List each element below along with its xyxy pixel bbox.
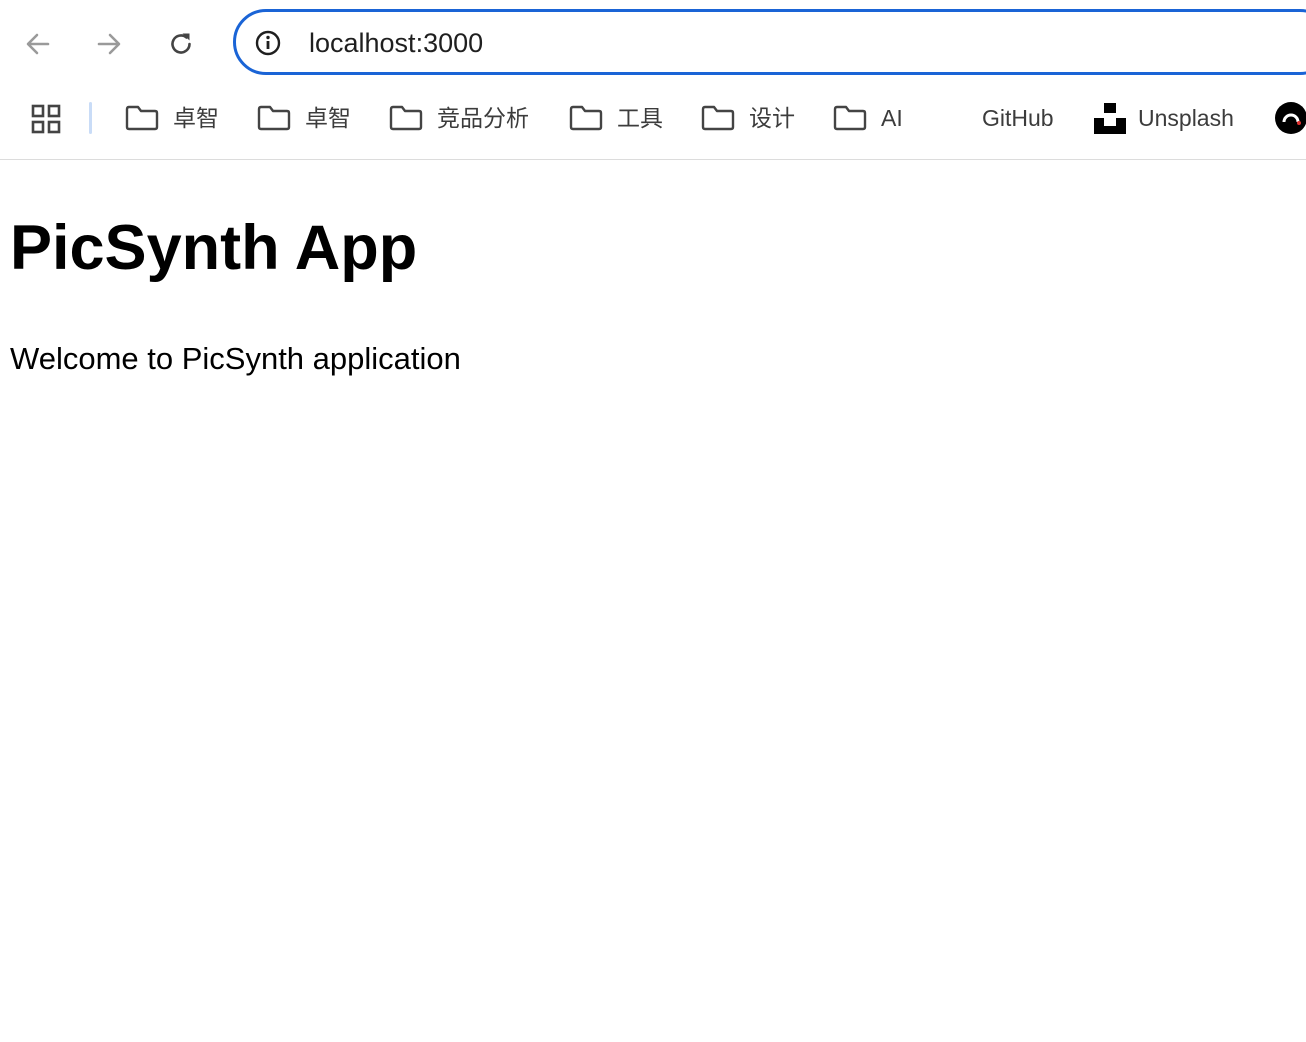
bookmark-folder-competitor-analysis[interactable]: 竞品分析 [389,98,529,138]
bookmark-label: 卓智 [173,105,219,131]
address-bar[interactable]: localhost:3000 [233,9,1306,75]
bookmark-folder-ai[interactable]: AI [833,98,903,138]
reload-icon [171,33,191,54]
bookmark-label: 工具 [617,105,663,131]
bookmarks-bar: 卓智 卓智 竞品分析 工具 设计 AI GitHub Unsplash [0,90,1306,146]
folder-icon [701,105,735,131]
browser-toolbar: localhost:3000 [0,0,1306,88]
folder-icon [569,105,603,131]
forward-button[interactable] [89,24,129,64]
bookmark-folder-zhuozhi-1[interactable]: 卓智 [125,98,219,138]
bookmark-github[interactable]: GitHub [982,98,1054,138]
bookmark-label: Unsplash [1138,105,1234,131]
bookmark-label: GitHub [982,105,1054,131]
bookmarks-divider [89,102,92,134]
browser-chrome: localhost:3000 卓智 卓智 竞品分析 工具 设计 AI GitHu… [0,0,1306,160]
folder-icon [125,105,159,131]
bookmark-label: 卓智 [305,105,351,131]
folder-icon [257,105,291,131]
apps-grid-icon[interactable] [30,103,62,135]
welcome-text: Welcome to PicSynth application [10,341,461,376]
bookmark-folder-zhuozhi-2[interactable]: 卓智 [257,98,351,138]
arrow-left-icon [26,33,50,55]
bookmark-label: 竞品分析 [437,105,529,131]
page-content: PicSynth App Welcome to PicSynth applica… [0,160,1306,1042]
bookmark-unsplash[interactable]: Unsplash [1094,98,1234,138]
folder-icon [833,105,867,131]
bookmark-folder-design[interactable]: 设计 [701,98,795,138]
site-info-icon[interactable] [254,29,282,57]
bookmark-site-icon[interactable] [1275,102,1306,134]
bookmark-label: AI [881,105,903,131]
page-title: PicSynth App [10,213,418,283]
url-text[interactable]: localhost:3000 [309,26,483,60]
back-button[interactable] [18,24,58,64]
unsplash-icon [1094,102,1126,134]
reload-button[interactable] [161,24,201,64]
bookmark-folder-tools[interactable]: 工具 [569,98,663,138]
arrow-right-icon [97,33,121,55]
bookmark-label: 设计 [749,105,795,131]
folder-icon [389,105,423,131]
